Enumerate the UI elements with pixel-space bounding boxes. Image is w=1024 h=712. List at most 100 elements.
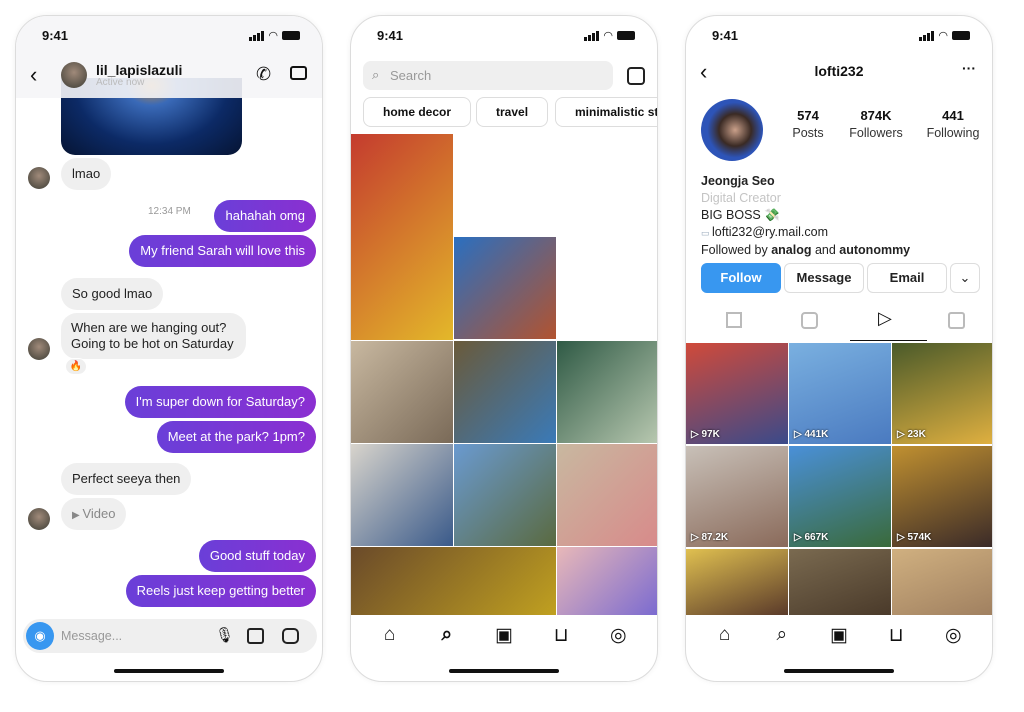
email-line[interactable]: ▭ lofti232@ry.mail.com (701, 224, 910, 242)
message-line: When are we hanging out? (71, 320, 227, 335)
reel-thumbnail[interactable] (892, 549, 992, 615)
home-indicator (449, 669, 559, 673)
scan-icon[interactable] (627, 67, 645, 85)
explore-screen: 9:41 ◠ ⌕ Search home decor travel minima… (350, 15, 658, 682)
reel-thumbnail[interactable]: ▷ 441K (789, 343, 891, 444)
search-input[interactable]: ⌕ Search (363, 61, 613, 90)
following-stat[interactable]: 441 Following (922, 108, 984, 140)
profile-avatar[interactable] (701, 99, 763, 161)
chat-screen: 9:41 ◠ ‹ lil_lapislazuli Active now ✆ lm… (15, 15, 323, 682)
explore-post[interactable] (351, 444, 453, 546)
reels-icon[interactable]: ▣ (489, 624, 519, 647)
followers-stat[interactable]: 874K Followers (844, 108, 908, 140)
message-bubble[interactable]: lmao (61, 158, 112, 190)
message-bubble[interactable]: Perfect seeya then (61, 463, 192, 495)
email-button[interactable]: Email (867, 263, 947, 293)
followed-by[interactable]: Followed by analog and autonommy (701, 242, 910, 259)
avatar[interactable] (61, 62, 87, 88)
explore-post[interactable] (454, 237, 556, 339)
reels-icon[interactable]: ▣ (824, 624, 854, 647)
message-bubble[interactable]: My friend Sarah will love this (129, 235, 316, 267)
back-icon[interactable]: ‹ (30, 62, 37, 88)
sticker-icon[interactable] (282, 628, 299, 644)
explore-post[interactable] (557, 341, 657, 443)
email-text: lofti232@ry.mail.com (712, 225, 828, 239)
message-bubble[interactable]: Reels just keep getting better (125, 575, 316, 607)
profile-icon[interactable]: ◎ (603, 624, 633, 647)
display-name: Jeongja Seo (701, 174, 775, 188)
grid-tab-icon[interactable] (726, 312, 742, 328)
play-icon: ▶ (72, 510, 83, 521)
avatar (28, 508, 50, 530)
explore-post[interactable] (557, 547, 657, 615)
home-icon[interactable]: ⌂ (375, 624, 405, 647)
reel-view-count: ▷ 667K (794, 532, 829, 543)
shop-icon[interactable]: ⊔ (546, 624, 576, 647)
message-bubble[interactable]: Good stuff today (198, 540, 316, 572)
phone-icon[interactable]: ✆ (256, 64, 271, 85)
video-call-icon[interactable] (290, 66, 307, 80)
profile-icon[interactable]: ◎ (938, 624, 968, 647)
explore-post[interactable] (351, 341, 453, 443)
search-icon: ⌕ (372, 67, 380, 82)
message-bubble[interactable]: Meet at the park? 1pm? (156, 421, 316, 453)
suggestions-chevron-icon[interactable]: ⌄ (950, 263, 980, 293)
chip-home-decor[interactable]: home decor (363, 97, 472, 127)
follower-link[interactable]: autonommy (839, 243, 910, 257)
bio-text: BIG BOSS 💸 (701, 208, 780, 222)
reel-thumbnail[interactable]: ▷ 97K (686, 343, 788, 444)
status-time: 9:41 (377, 28, 404, 43)
active-status: Active now (96, 77, 145, 88)
message-line: Going to be hot on Saturday (71, 336, 234, 351)
microphone-icon[interactable]: 🎙 (215, 626, 234, 644)
video-message[interactable]: ▶ Video (61, 498, 127, 530)
bottom-nav: ⌂ ⌕ ▣ ⊔ ◎ (351, 624, 657, 647)
search-icon[interactable]: ⌕ (767, 624, 797, 647)
message-input[interactable]: Message... (61, 629, 122, 643)
reel-thumbnail[interactable]: ▷ 574K (892, 446, 992, 547)
follower-link[interactable]: analog (771, 243, 811, 257)
message-bubble[interactable]: hahahah omg (214, 200, 316, 232)
chip-minimalistic-style[interactable]: minimalistic sty (555, 97, 657, 127)
follow-button[interactable]: Follow (701, 263, 781, 293)
status-time: 9:41 (712, 28, 739, 43)
more-icon[interactable]: ··· (962, 60, 976, 76)
reel-thumbnail[interactable]: ▷ 87.2K (686, 446, 788, 547)
reel-thumbnail[interactable] (686, 549, 788, 615)
posts-count: 574 (797, 108, 819, 123)
chat-username[interactable]: lil_lapislazuli (96, 62, 182, 78)
search-icon[interactable]: ⌕ (432, 624, 462, 647)
camera-icon[interactable]: ◉ (26, 622, 54, 650)
reel-thumbnail[interactable]: ▷ 667K (789, 446, 891, 547)
tagged-tab-icon[interactable] (948, 312, 965, 329)
posts-stat[interactable]: 574 Posts (786, 108, 830, 140)
message-button[interactable]: Message (784, 263, 864, 293)
explore-post[interactable] (351, 547, 556, 615)
reels-tab-icon[interactable] (801, 312, 818, 329)
message-bubble[interactable]: So good lmao (61, 278, 164, 310)
status-icons: ◠ (919, 29, 970, 42)
message-bubble[interactable]: I'm super down for Saturday? (124, 386, 316, 418)
reel-thumbnail[interactable] (789, 549, 891, 615)
explore-post[interactable] (454, 341, 556, 443)
active-tab-indicator (850, 340, 927, 341)
avatar (28, 167, 50, 189)
reel-view-count: ▷ 574K (897, 532, 932, 543)
reaction-badge[interactable]: 🔥 (65, 358, 87, 375)
play-tab-icon[interactable]: ▷ (878, 308, 892, 329)
category: Digital Creator (701, 191, 781, 205)
shop-icon[interactable]: ⊔ (881, 624, 911, 647)
home-icon[interactable]: ⌂ (710, 624, 740, 647)
reel-view-count: ▷ 441K (794, 429, 829, 440)
reel-view-count: ▷ 97K (691, 429, 720, 440)
explore-post[interactable] (351, 134, 453, 340)
home-indicator (114, 669, 224, 673)
email-icon: ▭ (701, 228, 713, 238)
followed-and: and (811, 243, 840, 257)
chip-travel[interactable]: travel (476, 97, 549, 127)
gallery-icon[interactable] (247, 628, 264, 644)
message-bubble[interactable]: When are we hanging out? Going to be hot … (61, 313, 246, 359)
reel-thumbnail[interactable]: ▷ 23K (892, 343, 992, 444)
explore-post[interactable] (454, 444, 556, 546)
explore-post[interactable] (557, 444, 657, 546)
